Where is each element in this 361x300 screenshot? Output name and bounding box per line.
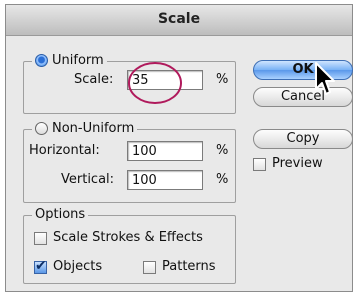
horizontal-label: Horizontal: (29, 143, 100, 158)
uniform-label: Uniform (52, 53, 104, 68)
options-legend: Options (32, 207, 89, 222)
dialog-title: Scale (157, 11, 201, 27)
horizontal-unit: % (216, 143, 229, 158)
cancel-button[interactable]: Cancel (253, 87, 353, 107)
preview-label: Preview (272, 156, 323, 171)
highlight-circle-annotation (128, 62, 182, 104)
preview-checkbox[interactable] (253, 158, 266, 171)
horizontal-input[interactable] (127, 141, 203, 161)
patterns-label: Patterns (162, 259, 216, 274)
options-label: Options (35, 207, 86, 222)
scale-label: Scale: (74, 72, 114, 87)
non-uniform-label: Non-Uniform (52, 121, 135, 136)
scale-strokes-label: Scale Strokes & Effects (53, 230, 203, 245)
objects-label: Objects (53, 259, 103, 274)
vertical-input[interactable] (127, 170, 203, 190)
scale-unit: % (216, 72, 229, 87)
non-uniform-radio[interactable] (35, 122, 48, 135)
ok-button[interactable]: OK (253, 60, 353, 80)
uniform-option[interactable]: Uniform (32, 53, 107, 68)
non-uniform-group: Non-Uniform Horizontal: % Vertical: % (23, 121, 236, 203)
vertical-unit: % (216, 172, 229, 187)
scale-strokes-checkbox[interactable] (34, 232, 47, 245)
vertical-label: Vertical: (61, 172, 115, 187)
title-bar[interactable]: Scale (6, 5, 352, 36)
patterns-checkbox[interactable] (143, 261, 156, 274)
copy-button[interactable]: Copy (253, 129, 353, 149)
non-uniform-option[interactable]: Non-Uniform (32, 121, 138, 136)
mouse-pointer-icon (315, 62, 335, 95)
uniform-radio[interactable] (35, 54, 48, 67)
objects-checkbox[interactable] (34, 258, 47, 274)
scale-dialog: Scale Uniform Scale: % Non-Uniform Horiz… (5, 4, 353, 292)
options-group: Options Scale Strokes & Effects Objects … (23, 207, 236, 284)
